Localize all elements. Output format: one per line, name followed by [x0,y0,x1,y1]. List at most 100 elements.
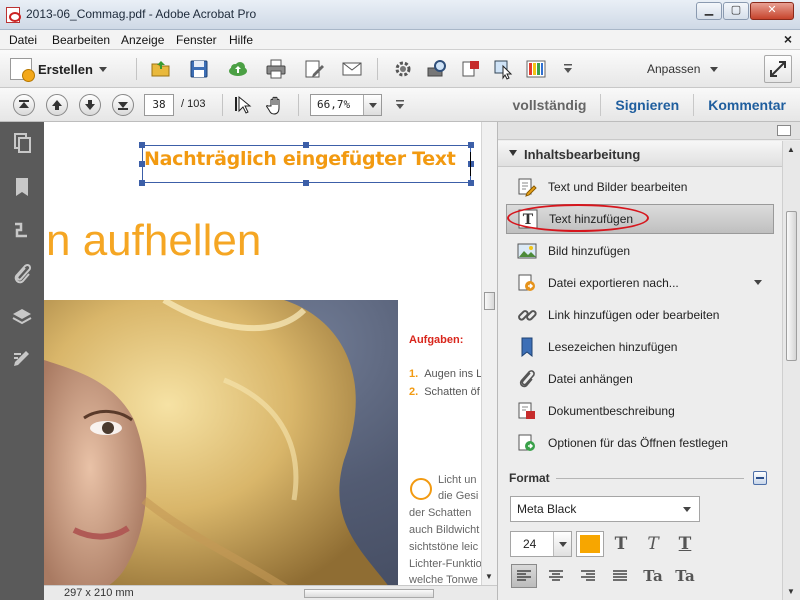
signatures-icon[interactable] [11,220,33,242]
open-folder-icon[interactable] [149,58,173,80]
document-properties-item[interactable]: Dokumentbeschreibung [506,396,774,426]
previous-page-button[interactable] [46,94,68,116]
align-left-button[interactable] [511,564,537,588]
scroll-thumb[interactable] [484,292,495,310]
menu-datei[interactable]: Datei [9,33,37,47]
horizontal-scroll-thumb[interactable] [304,589,434,598]
resize-handle[interactable] [303,180,309,186]
gear-icon[interactable] [391,58,415,80]
document-scrollbar[interactable]: ▼ [481,122,497,585]
next-page-button[interactable] [79,94,101,116]
print-icon[interactable] [264,58,288,80]
chevron-down-icon[interactable] [754,280,762,285]
save-icon[interactable] [187,58,211,80]
chevron-down-icon [710,66,719,72]
add-image-item[interactable]: Bild hinzufügen [506,236,774,266]
italic-button[interactable]: T [640,532,666,556]
resize-handle[interactable] [468,180,474,186]
navigation-toolbar: 38 / 103 66,7% vollständig Signieren Kom… [0,88,800,122]
inserted-text[interactable]: Nachträglich eingefügter Text [144,148,456,170]
layers-icon[interactable] [11,306,33,328]
export-icon[interactable] [459,58,483,80]
align-right-button[interactable] [575,564,601,588]
comment-pane-link[interactable]: Kommentar [693,94,800,116]
close-button[interactable]: ✕ [750,2,794,20]
menu-hilfe[interactable]: Hilfe [229,33,253,47]
scroll-down-arrow[interactable]: ▼ [485,572,493,581]
align-justify-icon [613,570,627,581]
edit-text-images-item[interactable]: Text und Bilder bearbeiten [506,172,774,202]
font-color-picker[interactable] [576,531,604,557]
toolbar-divider [377,58,378,80]
resize-handle[interactable] [468,161,474,167]
find-icon[interactable] [425,58,449,80]
minimize-button[interactable]: ▁ [696,2,722,20]
export-file-item[interactable]: Datei exportieren nach... [506,268,774,298]
hand-tool-icon[interactable] [264,94,288,116]
superscript-button[interactable]: Ta [640,564,666,588]
resize-handle[interactable] [139,180,145,186]
bookmark-label: Lesezeichen hinzufügen [548,340,678,354]
body-text-line: die Gesi [438,490,479,502]
document-close-button[interactable]: × [784,31,792,47]
tools-pane: Inhaltsbearbeitung Text und Bilder bearb… [497,122,800,600]
add-image-icon [516,240,538,262]
attach-file-item[interactable]: Datei anhängen [506,364,774,394]
bookmark-icon [516,336,538,358]
bold-button[interactable]: T [608,532,634,556]
maximize-button[interactable]: ▢ [723,2,749,20]
body-text-line: Lichter-Funktio [409,558,482,570]
scroll-up-arrow[interactable]: ▲ [787,145,795,154]
format-section-title: Format [509,471,550,485]
edit-sign-icon[interactable] [302,58,326,80]
link-item[interactable]: Link hinzufügen oder bearbeiten [506,300,774,330]
menu-bearbeiten[interactable]: Bearbeiten [52,33,110,47]
open-options-item[interactable]: Optionen für das Öffnen festlegen [506,428,774,458]
page-thumbnails-icon[interactable] [11,132,33,154]
align-justify-button[interactable] [607,564,633,588]
task-text: Schatten öf [424,386,480,398]
underline-button[interactable]: T [672,532,698,556]
resize-handle[interactable] [468,142,474,148]
task-item: 2. Schatten öf [409,386,480,398]
font-family-select[interactable]: Meta Black [510,496,700,522]
font-size-select[interactable]: 24 [510,531,572,557]
tools-pane-scrollbar[interactable]: ▲ ▼ [782,141,800,600]
first-page-button[interactable] [13,94,35,116]
menu-anzeige[interactable]: Anzeige [121,33,164,47]
color-bars-icon[interactable] [524,58,548,80]
content-editing-header[interactable]: Inhaltsbearbeitung [498,141,782,167]
pane-header [498,122,800,140]
more-tools-icon[interactable] [388,94,412,116]
collapse-format-button[interactable] [753,471,767,485]
subscript-button[interactable]: Ta [672,564,698,588]
paperclip-icon[interactable] [11,263,33,285]
mail-icon[interactable] [340,58,364,80]
document-view[interactable]: Nachträglich eingefügter Text n aufhelle… [44,122,497,600]
align-center-icon [549,570,563,581]
upload-cloud-icon[interactable] [226,58,250,80]
page-number-input[interactable]: 38 [144,94,174,116]
align-center-button[interactable] [543,564,569,588]
content-edit-icon[interactable] [11,348,33,370]
scroll-down-arrow[interactable]: ▼ [787,587,795,596]
fullscreen-button[interactable] [764,55,792,83]
tools-pane-link[interactable]: vollständig [499,94,601,116]
main-toolbar: Erstellen Anpassen [0,50,800,88]
bookmark-item[interactable]: Lesezeichen hinzufügen [506,332,774,362]
window-title: 2013-06_Commag.pdf - Adobe Acrobat Pro [26,7,257,21]
menu-fenster[interactable]: Fenster [176,33,217,47]
chevron-down-icon [363,95,381,115]
more-tools-icon[interactable] [556,58,580,80]
last-page-button[interactable] [112,94,134,116]
bookmark-icon[interactable] [11,176,33,198]
create-button[interactable]: Erstellen [10,56,128,82]
customize-button[interactable]: Anpassen [647,62,719,76]
zoom-select[interactable]: 66,7% [310,94,382,116]
pane-options-icon[interactable] [777,125,791,136]
task-text: Augen ins L [424,368,483,380]
scroll-thumb[interactable] [786,211,797,361]
select-tool-icon[interactable] [492,58,516,80]
sign-pane-link[interactable]: Signieren [600,94,693,116]
select-arrow-icon[interactable] [232,94,256,116]
